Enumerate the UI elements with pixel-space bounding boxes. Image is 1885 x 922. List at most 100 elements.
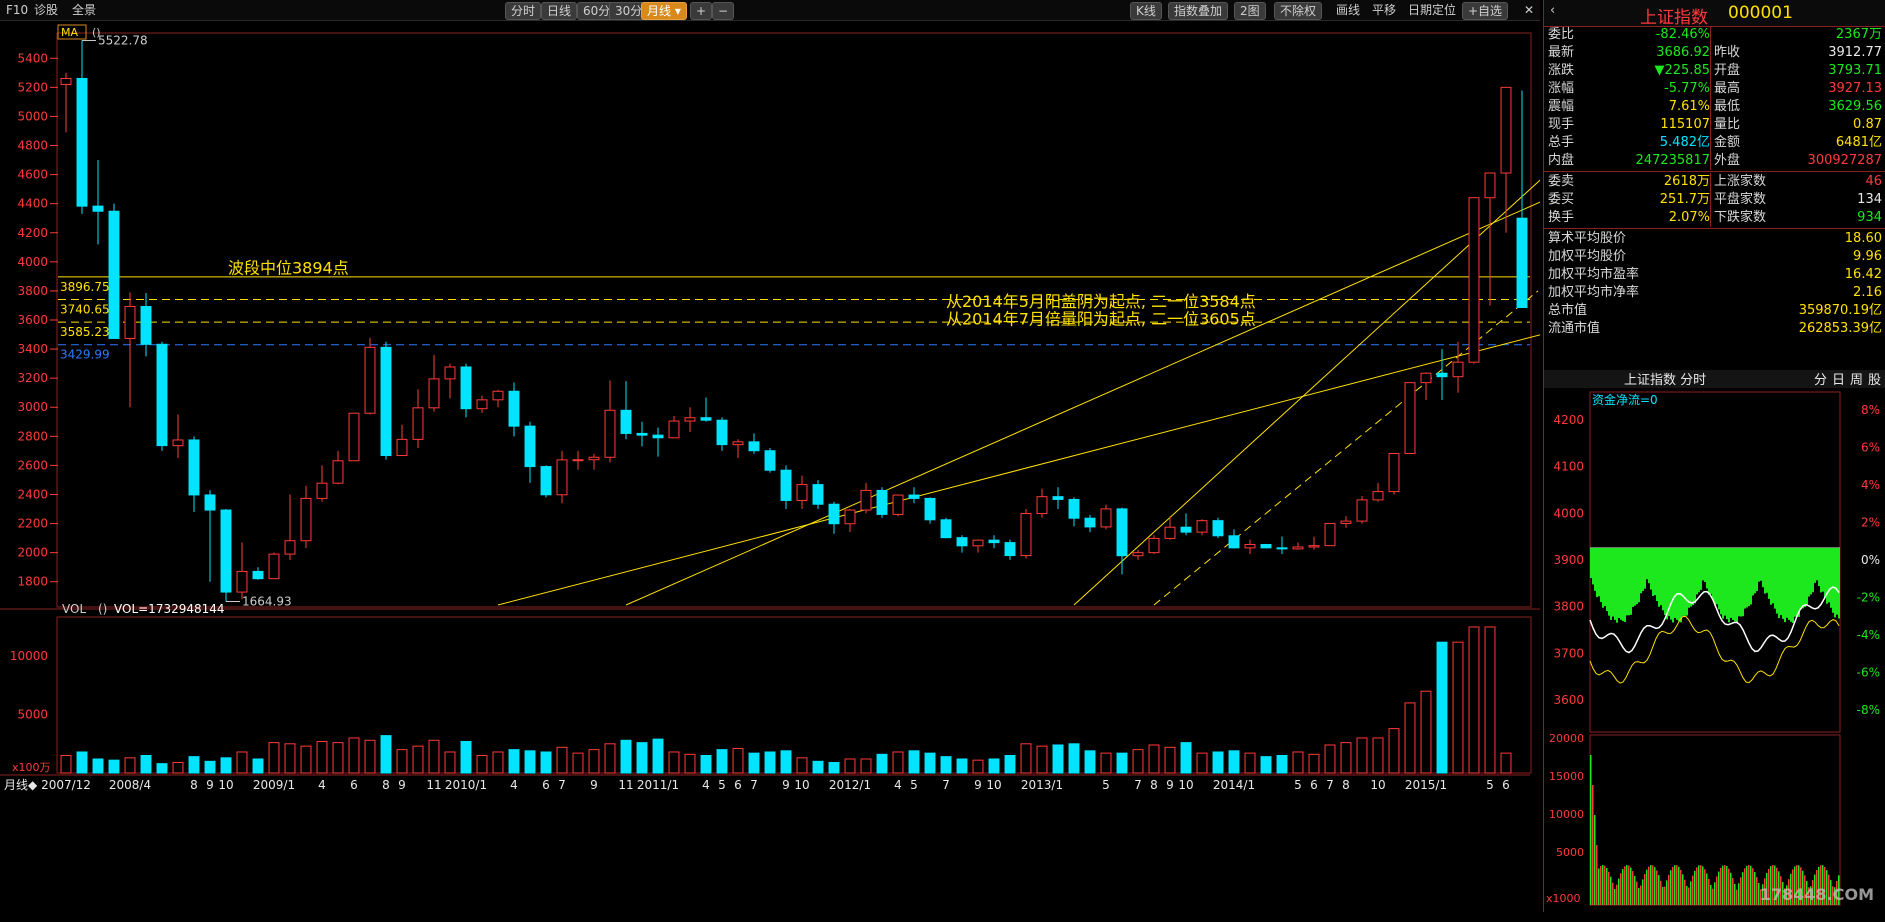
mini-volume-tick: 10000 — [1549, 808, 1584, 821]
fund-flow-bar — [1654, 548, 1656, 596]
mini-y-right-tick: -4% — [1857, 628, 1880, 642]
pan-button[interactable]: 平移 — [1372, 2, 1396, 18]
mini-volume-bar — [1596, 845, 1598, 905]
fund-flow-bar — [1818, 548, 1820, 587]
tab-timeshare[interactable]: 分时 — [505, 2, 542, 20]
mini-volume-bar — [1656, 870, 1658, 905]
tab-monthly[interactable]: 月线 ▾ — [641, 2, 687, 20]
x-tick-label: 5 — [910, 778, 918, 792]
mini-volume-bar — [1754, 872, 1756, 905]
quote-label: 震幅 — [1548, 99, 1575, 114]
fund-flow-bar — [1650, 548, 1652, 590]
mini-y-left-tick: 3600 — [1553, 693, 1584, 707]
diagnose-link[interactable]: 诊股 — [34, 2, 58, 18]
quote-value: 3686.92 — [1656, 45, 1710, 60]
intraday-mini-chart[interactable]: 上证指数 分时 分日周股资金净流=0 4200 4100 4000 3900 3800 370… — [1544, 370, 1885, 912]
x-tick-label: 7 — [750, 778, 758, 792]
tab-daily[interactable]: 日线 — [541, 2, 578, 20]
watchlist-button[interactable]: +自选 — [1462, 2, 1509, 20]
fund-flow-bar — [1628, 548, 1630, 616]
y-tick-label: 5400 — [17, 51, 48, 65]
close-icon[interactable]: ✕ — [1524, 2, 1534, 18]
mini-volume-bar — [1748, 865, 1750, 905]
volume-bar — [604, 743, 616, 774]
candle-body — [1436, 372, 1448, 378]
fund-flow-bar — [1602, 548, 1604, 608]
index-code: 000001 — [1728, 3, 1793, 23]
mini-volume-bar — [1662, 886, 1664, 905]
prev-arrow-icon[interactable]: ‹ — [1550, 3, 1555, 18]
candle-body — [1516, 217, 1528, 308]
draw-line-button[interactable]: 画线 — [1336, 2, 1360, 18]
candle-body — [316, 482, 328, 499]
candle-body — [1100, 508, 1112, 528]
mini-volume-bar — [1666, 880, 1668, 905]
mini-volume-bar — [1658, 875, 1660, 905]
volume-bar — [124, 757, 136, 774]
quote-row: 加权平均股价 9.96 — [1544, 248, 1885, 266]
mini-title: 上证指数 分时 — [1624, 373, 1706, 388]
volume-bar — [572, 752, 584, 774]
volume-bar — [780, 750, 792, 774]
candle-body — [108, 210, 120, 339]
mini-volume-bar — [1708, 878, 1710, 905]
x-tick-label: 2007/12 — [41, 778, 91, 792]
x-tick-label: 5 — [1486, 778, 1494, 792]
date-locate-button[interactable]: 日期定位 — [1408, 2, 1456, 18]
x-tick-label: 10 — [986, 778, 1001, 792]
volume-bar — [844, 758, 856, 774]
fund-flow-bar — [1794, 548, 1796, 617]
fund-flow-bar — [1812, 548, 1814, 593]
kline-menu[interactable]: K线 — [1130, 2, 1162, 20]
mini-volume-unit: x1000 — [1546, 892, 1581, 905]
mini-volume-bar — [1722, 865, 1724, 905]
no-exright-menu[interactable]: 不除权 — [1274, 2, 1323, 20]
volume-bar — [1020, 743, 1032, 774]
zoom-out-button[interactable]: − — [712, 2, 735, 20]
fund-flow-bar — [1684, 548, 1686, 616]
fund-flow-bar — [1788, 548, 1790, 620]
quote-label: 现手 — [1548, 117, 1575, 132]
mini-volume-bar — [1738, 883, 1740, 905]
volume-bar — [732, 747, 744, 774]
fund-flow-bar — [1590, 548, 1592, 578]
candle-body — [1148, 537, 1160, 554]
volume-bar — [1228, 750, 1240, 774]
f10-link[interactable]: F10 — [6, 2, 28, 18]
candle-body — [476, 399, 488, 410]
quote-value-2: 134 — [1857, 192, 1882, 207]
fund-flow-bar — [1696, 548, 1698, 595]
volume-bar — [540, 751, 552, 774]
candle-body — [1468, 197, 1480, 363]
mini-volume-bar — [1604, 865, 1606, 905]
section-divider — [1544, 171, 1885, 172]
volume-bar — [92, 758, 104, 774]
volume-y-tick: 10000 — [10, 649, 48, 663]
fund-flow-bar — [1612, 548, 1614, 617]
quote-value: -82.46% — [1655, 27, 1710, 42]
candle-body — [940, 519, 952, 539]
quote-row: 流通市值 262853.39亿 — [1544, 320, 1885, 338]
index-overlay-menu[interactable]: 指数叠加 — [1168, 2, 1229, 20]
mini-volume-bar — [1728, 868, 1730, 905]
top-toolbar: F10 诊股 全景 分时 日线 60分 30分 月线 ▾ + − K线 指数叠加… — [0, 0, 1540, 21]
x-tick-label: 11 — [618, 778, 633, 792]
volume-bar — [188, 756, 200, 774]
y-tick-label: 2400 — [17, 487, 48, 501]
candle-body — [92, 205, 104, 212]
kline-chart[interactable]: MA () 1800 2000 2200 2400 2600 2800 3000 3200 3400… — [0, 22, 1540, 922]
candle-body — [140, 305, 152, 345]
quote-label: 委卖 — [1548, 174, 1575, 189]
overview-link[interactable]: 全景 — [72, 2, 96, 18]
x-tick-label: 6 — [1502, 778, 1510, 792]
candle-body — [876, 489, 888, 515]
fund-flow-bar — [1616, 548, 1618, 623]
zoom-in-button[interactable]: + — [690, 2, 713, 20]
volume-bar — [348, 737, 360, 774]
two-chart-menu[interactable]: 2图 — [1234, 2, 1266, 20]
volume-bar — [1164, 746, 1176, 774]
mini-volume-bar — [1626, 865, 1628, 905]
y-tick-label: 3400 — [17, 342, 48, 356]
x-tick-label: 2015/1 — [1405, 778, 1447, 792]
quote-table: 委比 -82.46% 2367万 最新 3686.92 昨收 3912.77 涨跌 ▼225.8… — [1544, 26, 1885, 372]
